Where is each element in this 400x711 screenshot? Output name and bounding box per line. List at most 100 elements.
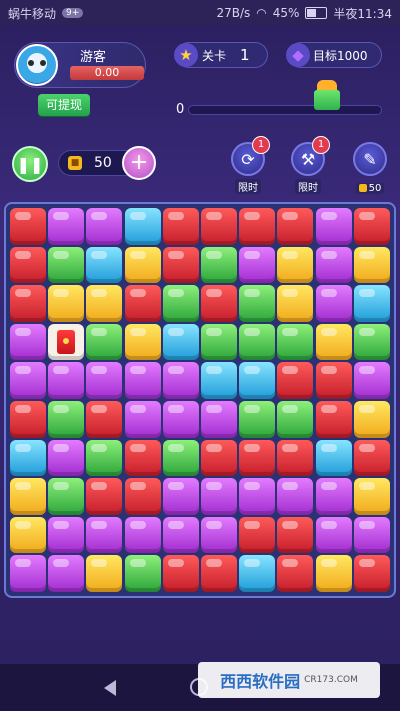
tile-purple[interactable]	[10, 323, 46, 361]
tile-blue[interactable]	[239, 362, 276, 399]
tile-green[interactable]	[124, 555, 161, 592]
tile-purple[interactable]	[124, 400, 161, 438]
tile-green[interactable]	[239, 400, 276, 438]
tile-red[interactable]	[10, 208, 46, 245]
tile-yellow[interactable]	[86, 285, 123, 322]
tile-red[interactable]	[200, 208, 237, 245]
tile-red[interactable]	[124, 439, 161, 477]
tile-red[interactable]	[315, 400, 352, 438]
tile-yellow[interactable]	[353, 400, 390, 438]
tile-yellow[interactable]	[315, 323, 352, 361]
tile-green[interactable]	[277, 323, 314, 361]
tile-green[interactable]	[48, 246, 85, 284]
tile-yellow[interactable]	[48, 285, 85, 322]
tile-red[interactable]	[277, 516, 314, 554]
tile-red[interactable]	[200, 285, 237, 322]
tile-purple[interactable]	[200, 478, 237, 515]
tile-red[interactable]	[86, 478, 123, 515]
tile-purple[interactable]	[86, 362, 123, 399]
tile-red[interactable]	[277, 555, 314, 592]
tile-purple[interactable]	[48, 439, 85, 477]
tile-purple[interactable]	[200, 516, 237, 554]
tile-red[interactable]	[239, 516, 276, 554]
tile-purple[interactable]	[239, 478, 276, 515]
player-profile[interactable]: 游客 0.00	[14, 42, 146, 88]
tile-purple[interactable]	[200, 400, 237, 438]
tile-purple[interactable]	[162, 516, 199, 554]
gift-box-icon[interactable]	[314, 80, 340, 110]
tile-purple[interactable]	[48, 555, 85, 592]
tile-green[interactable]	[239, 323, 276, 361]
add-coins-button[interactable]: +	[122, 146, 156, 180]
tile-purple[interactable]	[353, 362, 390, 399]
tile-yellow[interactable]	[353, 478, 390, 515]
tile-green[interactable]	[48, 478, 85, 515]
tile-purple[interactable]	[315, 246, 352, 284]
tile-red[interactable]	[10, 246, 46, 284]
tile-purple[interactable]	[277, 478, 314, 515]
tile-purple[interactable]	[48, 516, 85, 554]
tile-red[interactable]	[277, 362, 314, 399]
tile-yellow[interactable]	[86, 555, 123, 592]
tile-red[interactable]	[353, 208, 390, 245]
tile-green[interactable]	[162, 285, 199, 322]
tile-blue[interactable]	[162, 323, 199, 361]
tile-yellow[interactable]	[124, 323, 161, 361]
booster-brush[interactable]: ✎ 50	[352, 142, 388, 194]
tile-purple[interactable]	[239, 246, 276, 284]
tile-yellow[interactable]	[124, 246, 161, 284]
tile-red[interactable]	[162, 246, 199, 284]
tile-purple[interactable]	[315, 516, 352, 554]
avatar[interactable]	[16, 44, 58, 86]
tile-red[interactable]	[277, 208, 314, 245]
tile-yellow[interactable]	[277, 285, 314, 322]
tile-green[interactable]	[48, 400, 85, 438]
tile-green[interactable]	[162, 439, 199, 477]
tile-red[interactable]	[162, 555, 199, 592]
tile-purple[interactable]	[162, 478, 199, 515]
tile-purple[interactable]	[353, 516, 390, 554]
tile-blue[interactable]	[353, 285, 390, 322]
tile-red[interactable]	[124, 285, 161, 322]
tile-purple[interactable]	[10, 555, 46, 592]
tile-red[interactable]	[353, 555, 390, 592]
tile-purple[interactable]	[48, 208, 85, 245]
tile-yellow[interactable]	[315, 555, 352, 592]
tile-green[interactable]	[200, 323, 237, 361]
tile-green[interactable]	[239, 285, 276, 322]
tile-red[interactable]	[277, 439, 314, 477]
tile-purple[interactable]	[124, 362, 161, 399]
tile-blue[interactable]	[86, 246, 123, 284]
tile-purple[interactable]	[124, 516, 161, 554]
tile-purple[interactable]	[162, 400, 199, 438]
back-icon[interactable]	[104, 680, 116, 696]
tile-red[interactable]	[353, 439, 390, 477]
tile-purple[interactable]	[162, 362, 199, 399]
tile-red[interactable]	[162, 208, 199, 245]
tile-red[interactable]	[200, 439, 237, 477]
tile-green[interactable]	[86, 323, 123, 361]
tile-purple[interactable]	[315, 285, 352, 322]
tile-green[interactable]	[353, 323, 390, 361]
tile-yellow[interactable]	[353, 246, 390, 284]
tile-blue[interactable]	[200, 362, 237, 399]
tile-purple[interactable]	[10, 362, 46, 399]
withdraw-button[interactable]: 可提现	[38, 94, 91, 116]
tile-red[interactable]	[124, 478, 161, 515]
tile-purple[interactable]	[315, 478, 352, 515]
booster-hammer[interactable]: ⚒ 限时 1	[290, 136, 330, 194]
tile-purple[interactable]	[315, 208, 352, 245]
tile-blue[interactable]	[10, 439, 46, 477]
tile-yellow[interactable]	[277, 246, 314, 284]
tile-blue[interactable]	[124, 208, 161, 245]
tile-green[interactable]	[277, 400, 314, 438]
tile-green[interactable]	[86, 439, 123, 477]
tile-purple[interactable]	[86, 208, 123, 245]
tile-green[interactable]	[200, 246, 237, 284]
tile-purple[interactable]	[48, 362, 85, 399]
tile-red[interactable]	[86, 400, 123, 438]
tile-red[interactable]	[10, 400, 46, 438]
tile-red[interactable]	[200, 555, 237, 592]
tile-purple[interactable]	[86, 516, 123, 554]
tile-red[interactable]	[10, 285, 46, 322]
